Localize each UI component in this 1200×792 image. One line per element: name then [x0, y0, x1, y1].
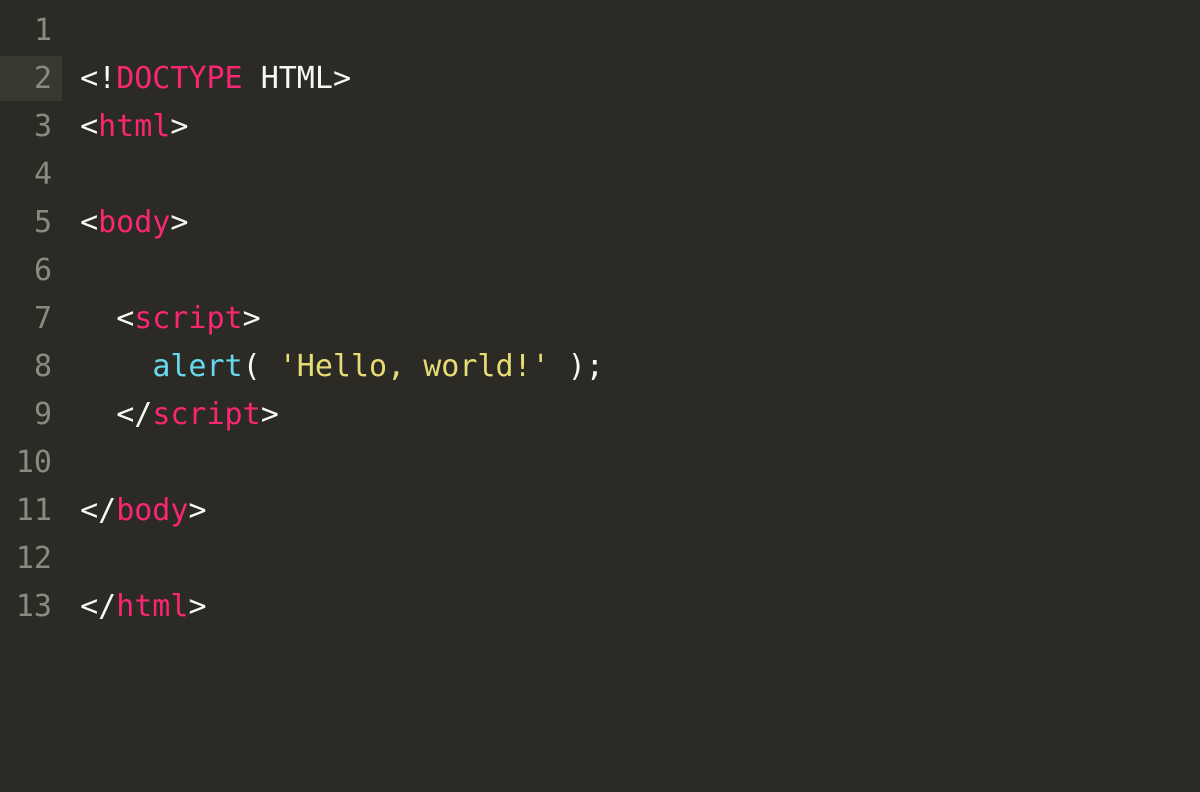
token-punct: >	[188, 589, 206, 624]
line-number: 12	[0, 536, 62, 581]
code-line[interactable]: 10	[0, 440, 1200, 488]
code-content[interactable]	[62, 248, 80, 293]
token-keyword: html	[116, 589, 188, 624]
line-number: 10	[0, 440, 62, 485]
code-line[interactable]: 13 </html>	[0, 584, 1200, 632]
code-line[interactable]: 9 </script>	[0, 392, 1200, 440]
code-content[interactable]: </body>	[62, 488, 207, 533]
token-punct: </	[80, 493, 116, 528]
token-punct: >	[170, 109, 188, 144]
code-line[interactable]: 2 <!DOCTYPE HTML>	[0, 56, 1200, 104]
line-number: 6	[0, 248, 62, 293]
code-content[interactable]: </html>	[62, 584, 207, 629]
line-number: 8	[0, 344, 62, 389]
token-punct: >	[333, 61, 351, 96]
token-keyword: body	[116, 493, 188, 528]
code-content[interactable]	[62, 8, 80, 53]
line-number: 5	[0, 200, 62, 245]
token-punct: </	[116, 397, 152, 432]
token-plain	[80, 301, 116, 336]
token-keyword: html	[98, 109, 170, 144]
token-plain	[80, 397, 116, 432]
code-line[interactable]: 4	[0, 152, 1200, 200]
code-line[interactable]: 3 <html>	[0, 104, 1200, 152]
token-punct: </	[80, 589, 116, 624]
line-number: 7	[0, 296, 62, 341]
token-plain: );	[550, 349, 604, 384]
token-keyword: script	[134, 301, 242, 336]
code-content[interactable]	[62, 536, 80, 581]
code-line[interactable]: 8 alert( 'Hello, world!' );	[0, 344, 1200, 392]
code-content[interactable]	[62, 152, 80, 197]
token-keyword: script	[152, 397, 260, 432]
token-punct: >	[261, 397, 279, 432]
token-func: alert	[152, 349, 242, 384]
token-punct: >	[188, 493, 206, 528]
code-line[interactable]: 1	[0, 8, 1200, 56]
code-line[interactable]: 6	[0, 248, 1200, 296]
code-line[interactable]: 5 <body>	[0, 200, 1200, 248]
line-number: 9	[0, 392, 62, 437]
code-content[interactable]	[62, 440, 80, 485]
code-editor[interactable]: 1 2 <!DOCTYPE HTML>3 <html>4 5 <body>6 7…	[0, 0, 1200, 632]
token-string: 'Hello, world!'	[279, 349, 550, 384]
line-number: 4	[0, 152, 62, 197]
code-content[interactable]: <body>	[62, 200, 188, 245]
code-content[interactable]: <html>	[62, 104, 188, 149]
token-punct: <	[116, 301, 134, 336]
token-keyword: body	[98, 205, 170, 240]
token-plain: HTML	[261, 61, 333, 96]
code-line[interactable]: 11 </body>	[0, 488, 1200, 536]
line-number: 3	[0, 104, 62, 149]
token-keyword: DOCTYPE	[116, 61, 261, 96]
token-punct: <!	[80, 61, 116, 96]
line-number: 1	[0, 8, 62, 53]
token-punct: <	[80, 205, 98, 240]
token-punct: >	[243, 301, 261, 336]
code-line[interactable]: 7 <script>	[0, 296, 1200, 344]
token-plain: (	[243, 349, 279, 384]
token-punct: >	[170, 205, 188, 240]
token-punct: <	[80, 109, 98, 144]
code-line[interactable]: 12	[0, 536, 1200, 584]
line-number: 2	[0, 56, 62, 101]
token-plain	[80, 349, 152, 384]
code-content[interactable]: <!DOCTYPE HTML>	[62, 56, 351, 101]
line-number: 13	[0, 584, 62, 629]
line-number: 11	[0, 488, 62, 533]
code-content[interactable]: alert( 'Hello, world!' );	[62, 344, 604, 389]
code-content[interactable]: </script>	[62, 392, 279, 437]
code-content[interactable]: <script>	[62, 296, 261, 341]
